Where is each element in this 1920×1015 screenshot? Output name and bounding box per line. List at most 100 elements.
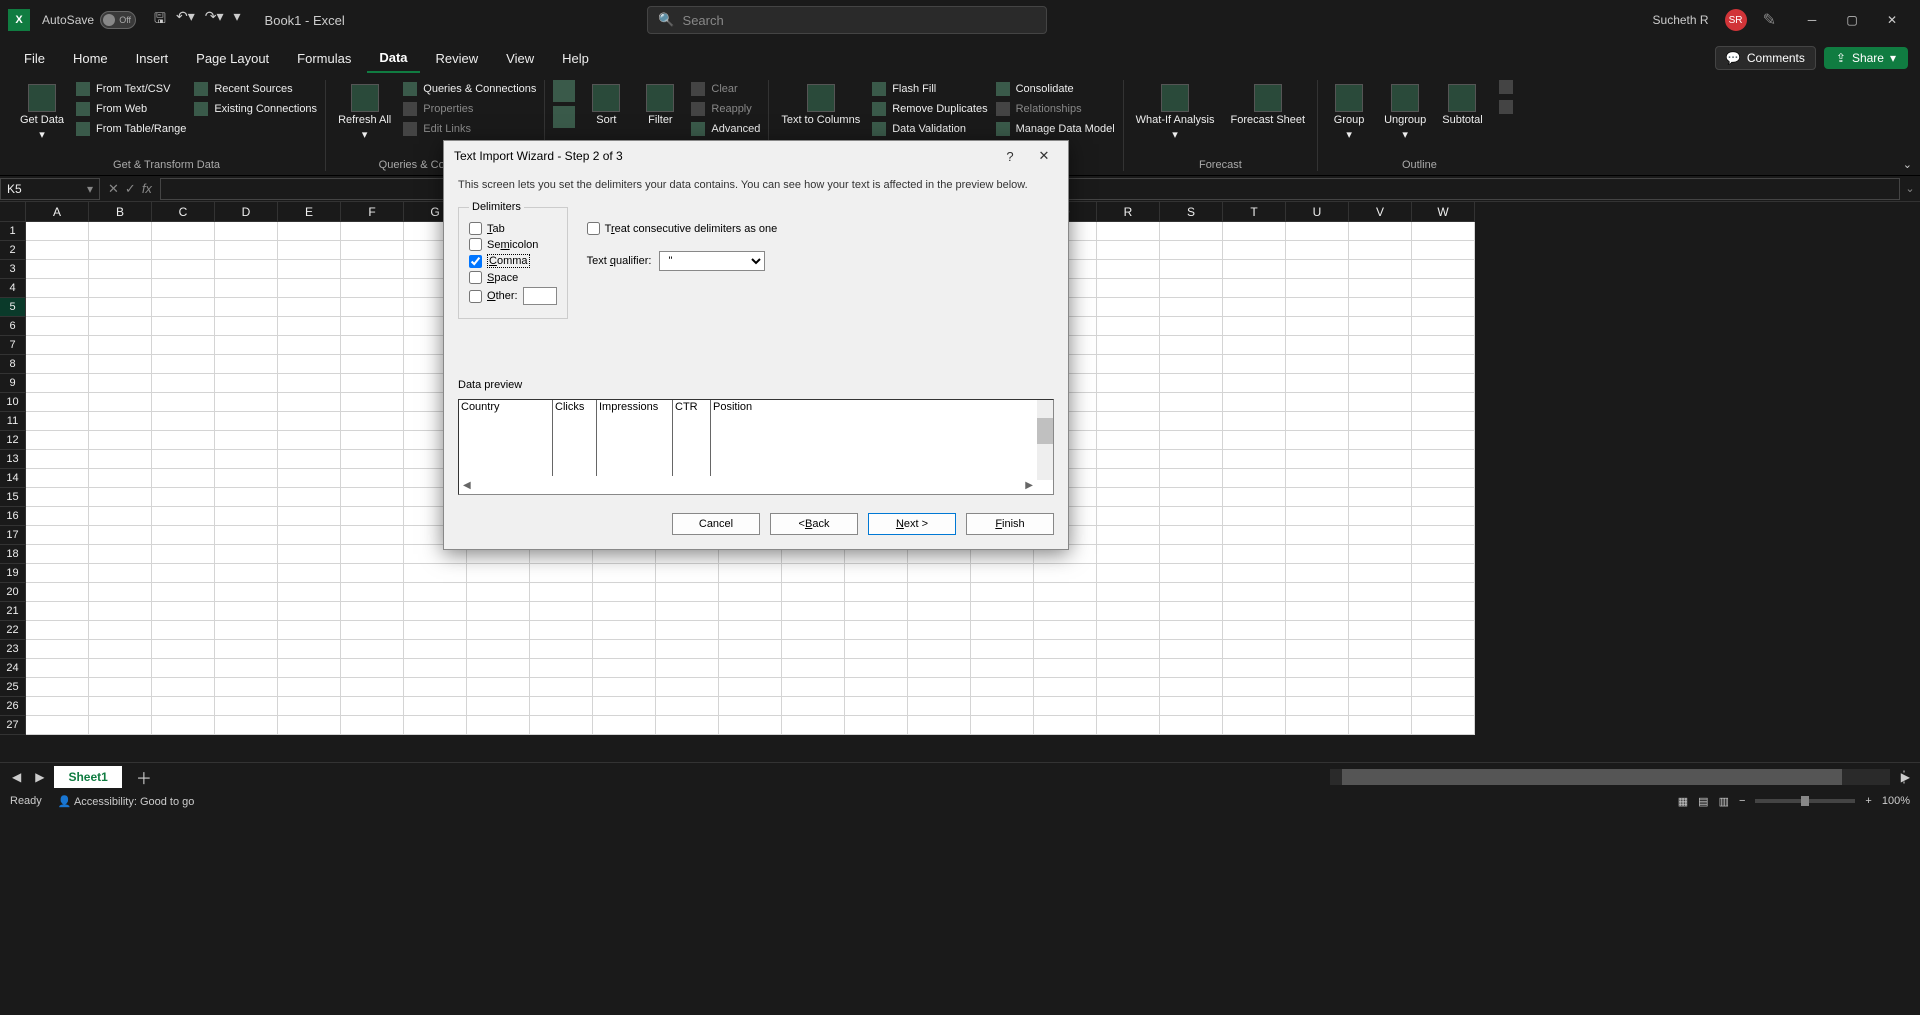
cell[interactable] <box>1286 659 1349 678</box>
tab-help[interactable]: Help <box>550 45 601 72</box>
whatif-button[interactable]: What-If Analysis▾ <box>1132 80 1219 145</box>
cell[interactable] <box>278 336 341 355</box>
cell[interactable] <box>1349 678 1412 697</box>
column-header[interactable]: B <box>89 202 152 222</box>
row-header[interactable]: 23 <box>0 640 26 659</box>
pen-icon[interactable]: ✎ <box>1763 10 1776 30</box>
cell[interactable] <box>1160 488 1223 507</box>
cell[interactable] <box>152 431 215 450</box>
cell[interactable] <box>404 678 467 697</box>
cell[interactable] <box>341 279 404 298</box>
cell[interactable] <box>152 716 215 735</box>
cell[interactable] <box>1286 431 1349 450</box>
undo-icon[interactable]: ↶▾ <box>176 8 195 32</box>
cell[interactable] <box>1286 602 1349 621</box>
cell[interactable] <box>1223 279 1286 298</box>
cell[interactable] <box>1412 412 1475 431</box>
cell[interactable] <box>1223 678 1286 697</box>
cell[interactable] <box>26 716 89 735</box>
cell[interactable] <box>1412 222 1475 241</box>
tab-review[interactable]: Review <box>424 45 491 72</box>
cell[interactable] <box>1097 469 1160 488</box>
cell[interactable] <box>1349 450 1412 469</box>
cell[interactable] <box>89 526 152 545</box>
cell[interactable] <box>1349 716 1412 735</box>
cell[interactable] <box>1097 222 1160 241</box>
redo-icon[interactable]: ↷▾ <box>205 8 224 32</box>
cell[interactable] <box>530 697 593 716</box>
cell[interactable] <box>1223 431 1286 450</box>
view-normal-icon[interactable]: ▦ <box>1678 795 1688 808</box>
next-button[interactable]: Next > <box>868 513 956 535</box>
cell[interactable] <box>341 488 404 507</box>
cell[interactable] <box>278 260 341 279</box>
cell[interactable] <box>467 640 530 659</box>
cell[interactable] <box>215 507 278 526</box>
row-header[interactable]: 27 <box>0 716 26 735</box>
cell[interactable] <box>1349 222 1412 241</box>
forecast-sheet-button[interactable]: Forecast Sheet <box>1227 80 1310 130</box>
cell[interactable] <box>1097 241 1160 260</box>
cell[interactable] <box>1223 697 1286 716</box>
cell[interactable] <box>152 450 215 469</box>
cell[interactable] <box>782 621 845 640</box>
status-accessibility[interactable]: 👤 Accessibility: Good to go <box>58 795 195 808</box>
cell[interactable] <box>278 241 341 260</box>
cell[interactable] <box>89 260 152 279</box>
row-header[interactable]: 22 <box>0 621 26 640</box>
cell[interactable] <box>26 222 89 241</box>
cell[interactable] <box>26 640 89 659</box>
cell[interactable] <box>341 640 404 659</box>
cell[interactable] <box>1160 260 1223 279</box>
cell[interactable] <box>1349 697 1412 716</box>
cell[interactable] <box>593 621 656 640</box>
cell[interactable] <box>1349 412 1412 431</box>
cell[interactable] <box>1160 583 1223 602</box>
refresh-all-button[interactable]: Refresh All▾ <box>334 80 395 145</box>
cell[interactable] <box>719 564 782 583</box>
finish-button[interactable]: Finish <box>966 513 1054 535</box>
cell[interactable] <box>656 716 719 735</box>
cell[interactable] <box>26 279 89 298</box>
recent-sources-button[interactable]: Recent Sources <box>194 80 317 98</box>
cell[interactable] <box>1223 602 1286 621</box>
cell[interactable] <box>1160 355 1223 374</box>
cell[interactable] <box>26 545 89 564</box>
delimiter-tab-label[interactable]: Tab <box>487 223 505 235</box>
cell[interactable] <box>1223 222 1286 241</box>
cell[interactable] <box>1412 564 1475 583</box>
row-header[interactable]: 26 <box>0 697 26 716</box>
cell[interactable] <box>1286 260 1349 279</box>
cell[interactable] <box>278 317 341 336</box>
cell[interactable] <box>1097 412 1160 431</box>
cell[interactable] <box>1160 412 1223 431</box>
cell[interactable] <box>656 583 719 602</box>
cell[interactable] <box>341 602 404 621</box>
delimiter-semicolon-checkbox[interactable] <box>469 238 482 251</box>
cell[interactable] <box>1160 640 1223 659</box>
cell[interactable] <box>341 507 404 526</box>
cell[interactable] <box>89 716 152 735</box>
cell[interactable] <box>26 317 89 336</box>
cell[interactable] <box>215 583 278 602</box>
tab-file[interactable]: File <box>12 45 57 72</box>
cell[interactable] <box>593 659 656 678</box>
cell[interactable] <box>1286 640 1349 659</box>
cell[interactable] <box>719 678 782 697</box>
cell[interactable] <box>1286 241 1349 260</box>
cell[interactable] <box>1160 450 1223 469</box>
cell[interactable] <box>467 564 530 583</box>
cell[interactable] <box>1286 412 1349 431</box>
cell[interactable] <box>215 222 278 241</box>
cell[interactable] <box>1412 659 1475 678</box>
cell[interactable] <box>341 545 404 564</box>
cell[interactable] <box>656 602 719 621</box>
cell[interactable] <box>719 640 782 659</box>
cell[interactable] <box>719 716 782 735</box>
cell[interactable] <box>1160 279 1223 298</box>
cell[interactable] <box>278 222 341 241</box>
cell[interactable] <box>1097 298 1160 317</box>
cell[interactable] <box>215 412 278 431</box>
cell[interactable] <box>1412 298 1475 317</box>
subtotal-button[interactable]: Subtotal <box>1438 80 1486 130</box>
